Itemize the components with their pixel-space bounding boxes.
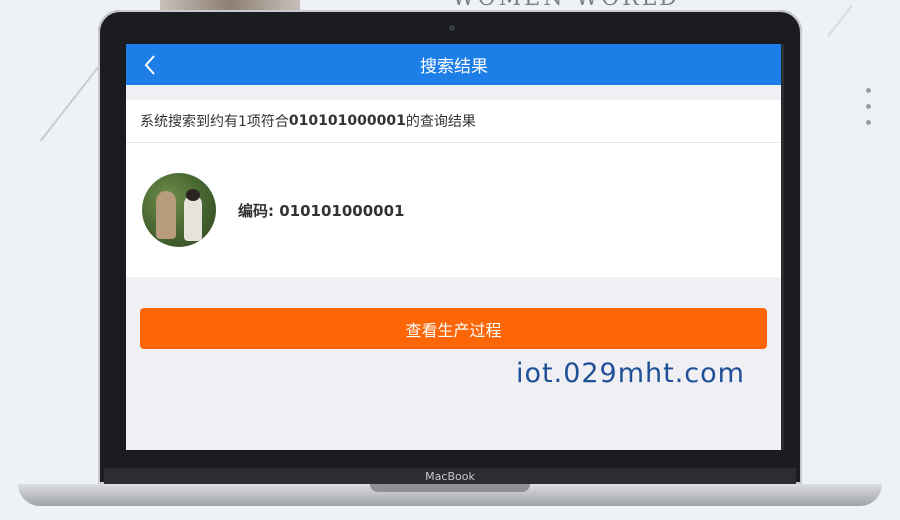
farm-photo-avatar — [142, 173, 216, 247]
decorative-dots — [866, 88, 871, 136]
laptop-notch — [370, 484, 530, 492]
summary-prefix: 系统搜索到约有1项符合 — [140, 114, 289, 130]
page-title: 搜索结果 — [420, 57, 488, 77]
camera-icon — [449, 25, 455, 31]
result-code: 编码: 010101000001 — [238, 201, 405, 220]
view-production-button[interactable]: 查看生产过程 — [140, 308, 767, 349]
summary-suffix: 的查询结果 — [405, 114, 476, 130]
chevron-left-icon — [144, 55, 155, 75]
app-header: 搜索结果 — [126, 44, 782, 85]
device-brand-label: MacBook — [425, 470, 475, 483]
summary-query: 010101000001 — [288, 113, 406, 129]
watermark-text: iot.029mht.com — [516, 358, 745, 389]
back-button[interactable] — [140, 54, 160, 76]
screen-edge — [781, 44, 784, 450]
decorative-line — [826, 4, 854, 38]
result-item[interactable]: 编码: 010101000001 — [126, 143, 782, 277]
app-screen: 搜索结果 系统搜索到约有1项符合 010101000001 的查询结果 编码: 01… — [126, 44, 782, 450]
search-summary: 系统搜索到约有1项符合 010101000001 的查询结果 — [126, 100, 782, 143]
